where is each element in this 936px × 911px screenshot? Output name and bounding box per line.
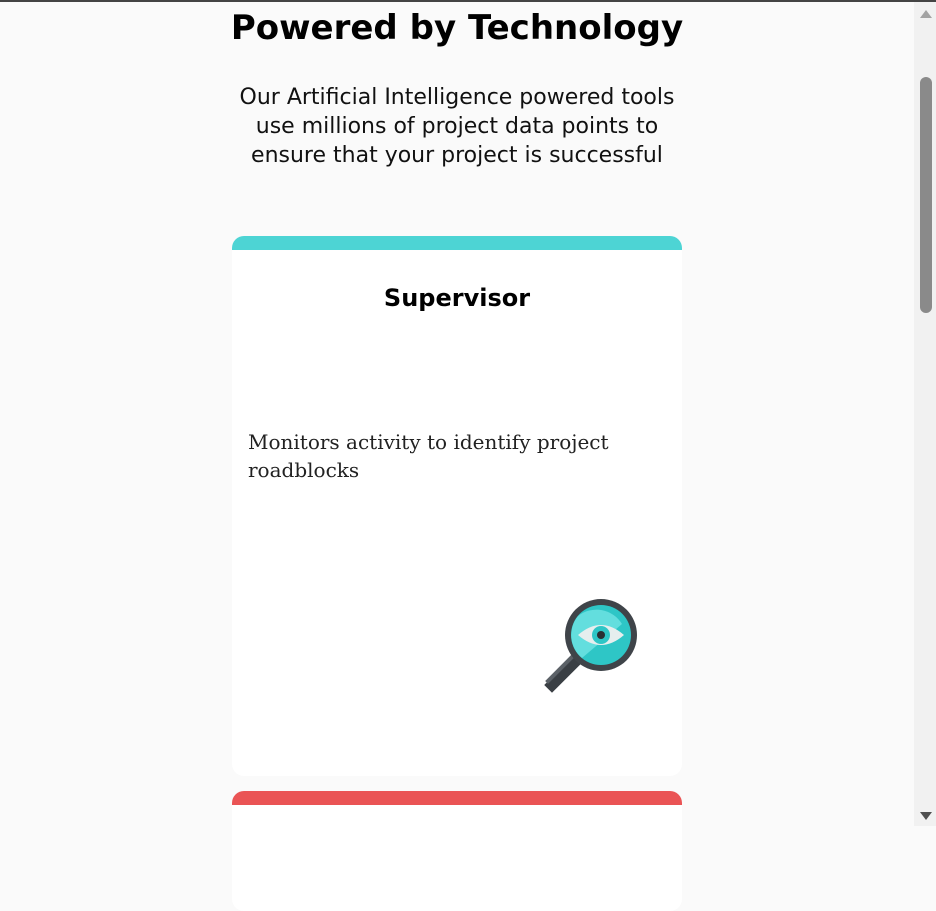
card-accent-stripe	[232, 236, 682, 250]
scroll-up-arrow-icon[interactable]	[920, 10, 932, 18]
card-accent-stripe	[232, 791, 682, 805]
section-heading: Powered by Technology	[230, 8, 684, 48]
vertical-scrollbar[interactable]	[914, 2, 936, 826]
section-intro: Our Artificial Intelligence powered tool…	[239, 85, 675, 168]
page-content: Powered by Technology Our Artificial Int…	[0, 0, 914, 911]
feature-card	[232, 791, 682, 911]
scroll-down-arrow-icon[interactable]	[920, 812, 932, 820]
magnifier-eye-icon	[544, 599, 637, 693]
card-title: Supervisor	[383, 284, 531, 312]
card-description: Monitors activity to identify project ro…	[248, 430, 609, 482]
feature-card-supervisor: Supervisor Monitors activity to identify…	[232, 236, 682, 776]
scrollbar-thumb[interactable]	[920, 77, 932, 313]
